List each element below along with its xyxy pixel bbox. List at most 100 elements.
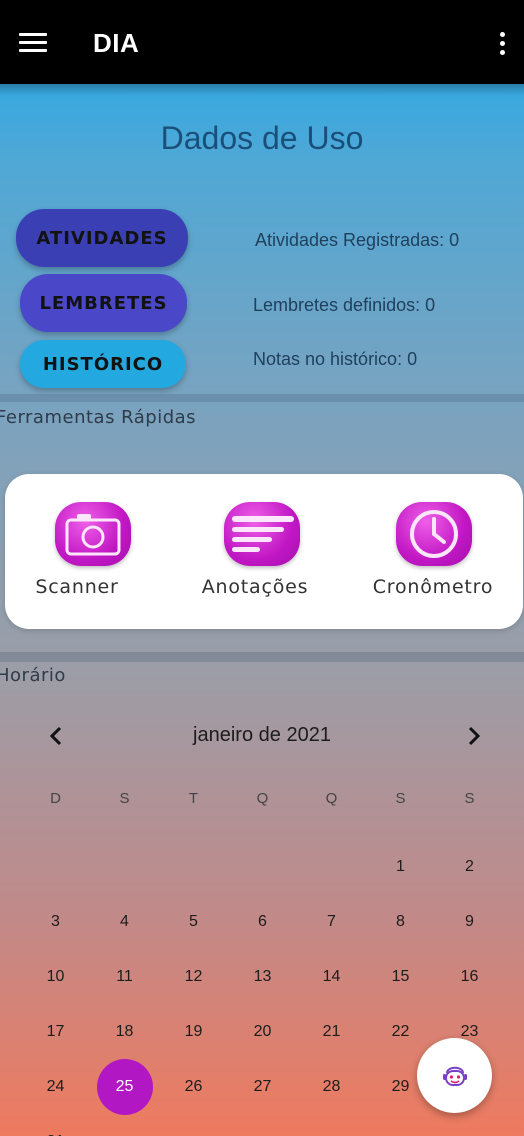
- calendar-day[interactable]: 1: [366, 839, 435, 894]
- day-number: 7: [327, 912, 336, 930]
- calendar-week-row: 31: [21, 1114, 504, 1136]
- schedule-heading: Horário: [0, 665, 66, 686]
- day-number: 18: [115, 1022, 134, 1040]
- notes-label: Anotações: [201, 576, 309, 598]
- calendar-week-row: 12: [21, 839, 504, 894]
- calendar-day[interactable]: 16: [435, 949, 504, 1004]
- stopwatch-tool[interactable]: Cronômetro: [345, 474, 505, 629]
- divider: [0, 652, 524, 662]
- more-vertical-icon[interactable]: [498, 32, 506, 58]
- weekday-label: T: [188, 789, 199, 807]
- day-number: 13: [253, 967, 272, 985]
- calendar-day[interactable]: 20: [228, 1004, 297, 1059]
- calendar-day[interactable]: 21: [297, 1004, 366, 1059]
- weekday-label: S: [395, 789, 406, 807]
- calendar-day[interactable]: 8: [366, 894, 435, 949]
- calendar-empty-cell: [297, 839, 366, 894]
- calendar-empty-cell: [228, 839, 297, 894]
- day-number: 16: [460, 967, 479, 985]
- calendar-empty-cell: [21, 839, 90, 894]
- day-number: 11: [116, 967, 133, 985]
- calendar-day[interactable]: 12: [159, 949, 228, 1004]
- day-number: 21: [322, 1022, 341, 1040]
- calendar-day[interactable]: 28: [297, 1059, 366, 1114]
- notes-tool[interactable]: Anotações: [175, 474, 335, 629]
- day-number: 19: [184, 1022, 203, 1040]
- day-number: 8: [396, 912, 405, 930]
- atividades-button[interactable]: ATIVIDADES: [16, 209, 188, 267]
- calendar-day[interactable]: 6: [228, 894, 297, 949]
- day-number: 14: [322, 967, 341, 985]
- app-title: DIA: [93, 28, 140, 58]
- appbar-shadow: [0, 84, 524, 96]
- app-bar: DIA: [0, 0, 524, 84]
- calendar-day[interactable]: 4: [90, 894, 159, 949]
- day-number: 12: [184, 967, 203, 985]
- calendar-day[interactable]: 13: [228, 949, 297, 1004]
- scanner-label: Scanner: [35, 576, 119, 598]
- calendar-day[interactable]: 18: [90, 1004, 159, 1059]
- assistant-button[interactable]: [417, 1038, 492, 1113]
- calendar-day[interactable]: 19: [159, 1004, 228, 1059]
- calendar-day[interactable]: 31: [21, 1114, 90, 1136]
- calendar-day[interactable]: 27: [228, 1059, 297, 1114]
- day-number: 31: [47, 1133, 65, 1136]
- tools-card: Scanner Anotações Cronômetro: [5, 474, 523, 629]
- calendar-day[interactable]: 24: [21, 1059, 90, 1114]
- weekday-label: Q: [256, 789, 269, 807]
- calendar-day[interactable]: 14: [297, 949, 366, 1004]
- calendar-day-selected[interactable]: 25: [90, 1059, 159, 1115]
- calendar-empty-cell: [90, 839, 159, 894]
- calendar-week-row: 3 4 5 6 7 8 9: [21, 894, 504, 949]
- calendar-day[interactable]: 26: [159, 1059, 228, 1114]
- calendar-day[interactable]: 2: [435, 839, 504, 894]
- weekday-label: Q: [325, 789, 338, 807]
- day-number: 25: [115, 1077, 134, 1095]
- day-number: 17: [46, 1022, 65, 1040]
- day-number: 2: [465, 857, 474, 875]
- calendar-day[interactable]: 3: [21, 894, 90, 949]
- lembretes-count: Lembretes definidos: 0: [253, 295, 436, 315]
- calendar-month: janeiro de 2021: [193, 724, 331, 746]
- calendar-day[interactable]: 5: [159, 894, 228, 949]
- calendar-day[interactable]: 15: [366, 949, 435, 1004]
- calendar-day[interactable]: 17: [21, 1004, 90, 1059]
- day-number: 15: [391, 967, 410, 985]
- weekday-row: D S T Q Q S S: [21, 784, 504, 812]
- lembretes-button[interactable]: LEMBRETES: [20, 274, 187, 332]
- divider: [0, 394, 524, 402]
- assistant-face-icon: [442, 1066, 467, 1086]
- day-number: 10: [46, 967, 65, 985]
- notes-icon[interactable]: [224, 502, 300, 566]
- atividades-count: Atividades Registradas: 0: [255, 230, 460, 250]
- calendar-header: janeiro de 2021: [0, 722, 524, 752]
- day-number: 27: [253, 1077, 272, 1095]
- day-number: 23: [460, 1022, 479, 1040]
- tools-heading: Ferramentas Rápidas: [0, 407, 197, 428]
- day-number: 29: [391, 1077, 410, 1095]
- calendar-week-row: 10 11 12 13 14 15 16: [21, 949, 504, 1004]
- menu-icon[interactable]: [19, 33, 47, 55]
- weekday-label: S: [464, 789, 475, 807]
- calendar-empty-cell: [435, 1114, 504, 1136]
- camera-icon[interactable]: [55, 502, 131, 566]
- clock-icon[interactable]: [396, 502, 472, 566]
- calendar-day[interactable]: 10: [21, 949, 90, 1004]
- day-number: 22: [391, 1022, 410, 1040]
- day-number: 24: [46, 1077, 65, 1095]
- day-number: 6: [258, 912, 267, 930]
- day-number: 28: [322, 1077, 341, 1095]
- historico-button[interactable]: HISTÓRICO: [20, 340, 186, 388]
- calendar-empty-cell: [90, 1114, 159, 1136]
- calendar-day[interactable]: 11: [90, 949, 159, 1004]
- day-number: 3: [51, 912, 60, 930]
- day-number: 9: [465, 912, 474, 930]
- stopwatch-label: Cronômetro: [372, 576, 494, 598]
- calendar-day[interactable]: 9: [435, 894, 504, 949]
- weekday-label: S: [119, 789, 130, 807]
- chevron-right-icon[interactable]: [462, 722, 484, 750]
- historico-count: Notas no histórico: 0: [253, 349, 418, 369]
- scanner-tool[interactable]: Scanner: [5, 474, 165, 629]
- calendar-empty-cell: [159, 839, 228, 894]
- calendar-day[interactable]: 7: [297, 894, 366, 949]
